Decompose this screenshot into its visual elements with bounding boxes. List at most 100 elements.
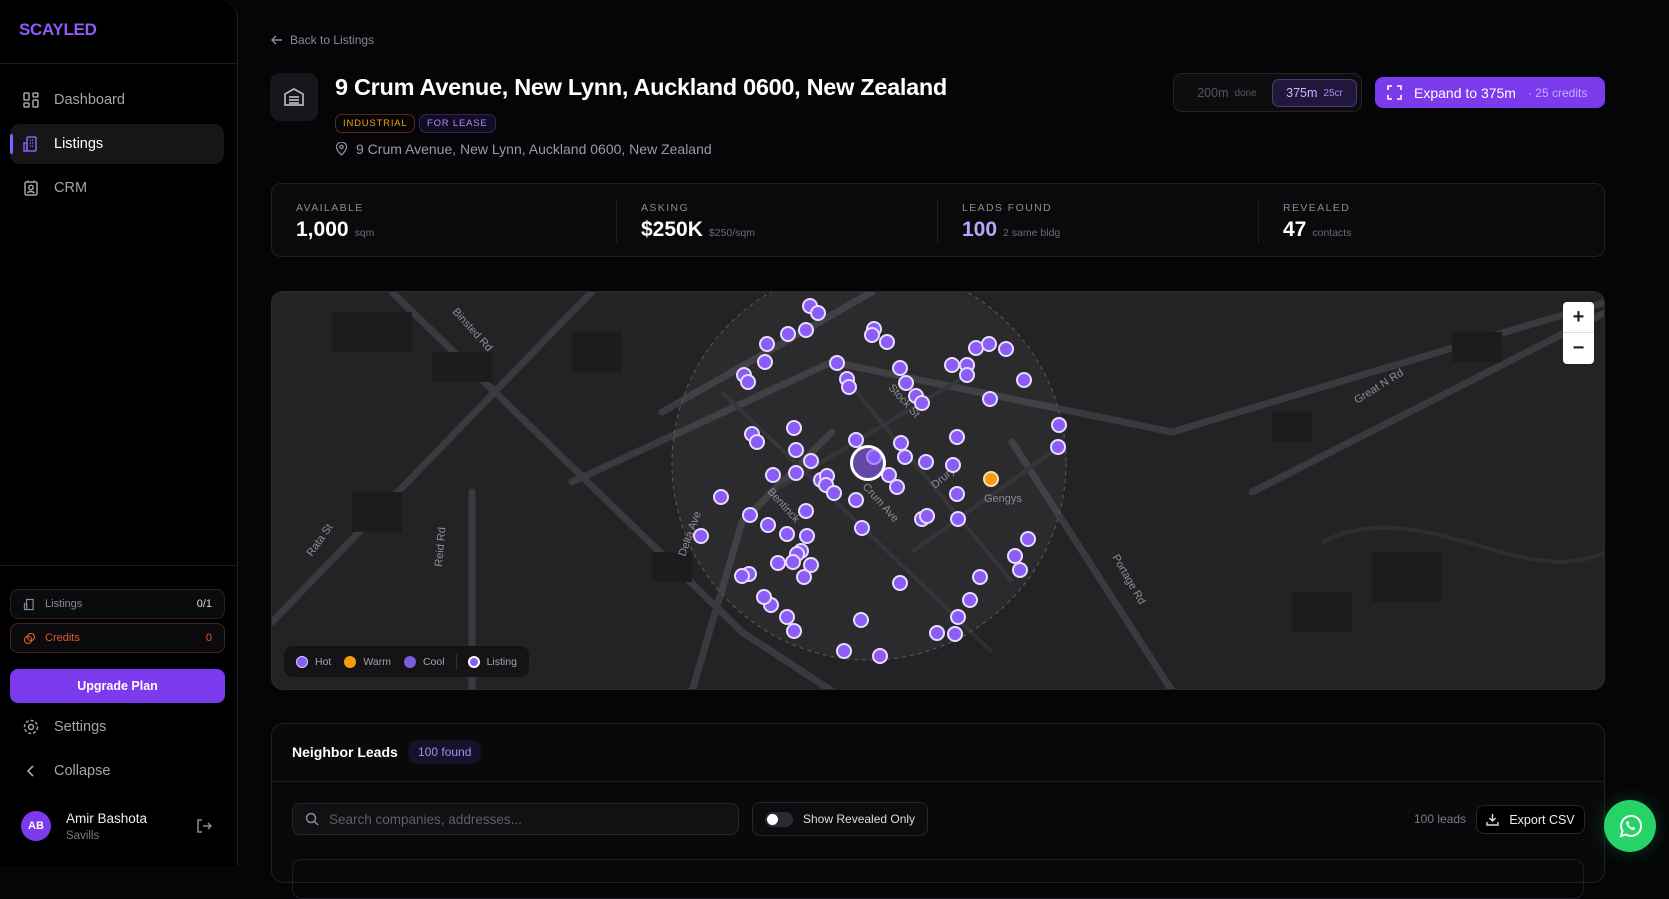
leads-count-badge: 100 found — [408, 740, 482, 764]
zoom-in-button[interactable]: + — [1563, 302, 1594, 333]
sidebar-item-crm[interactable]: CRM — [10, 168, 224, 208]
lead-marker[interactable] — [961, 592, 978, 609]
show-revealed-toggle[interactable]: Show Revealed Only — [752, 802, 928, 836]
lead-marker[interactable] — [949, 609, 966, 626]
back-link[interactable]: Back to Listings — [271, 33, 374, 47]
lead-marker[interactable] — [1051, 416, 1067, 433]
neighbor-leads-panel: Neighbor Leads 100 found Show Revealed O… — [271, 723, 1605, 899]
logout-icon[interactable] — [196, 818, 212, 834]
lead-marker[interactable] — [944, 457, 961, 474]
lead-marker[interactable] — [733, 567, 750, 584]
lead-marker[interactable] — [1049, 438, 1066, 455]
sidebar-item-listings[interactable]: Listings — [10, 124, 224, 164]
lead-marker[interactable] — [959, 366, 976, 383]
lead-marker[interactable] — [853, 612, 870, 629]
lead-marker[interactable] — [1011, 562, 1028, 579]
logo: SCAYLED — [19, 20, 97, 39]
upgrade-plan-button[interactable]: Upgrade Plan — [10, 669, 225, 703]
lead-marker[interactable] — [756, 589, 773, 606]
address: 9 Crum Avenue, New Lynn, Auckland 0600, … — [335, 141, 712, 157]
lead-marker[interactable] — [893, 434, 910, 451]
lead-marker[interactable] — [1015, 371, 1032, 388]
lead-marker[interactable] — [778, 526, 795, 543]
lead-marker[interactable] — [872, 647, 889, 664]
collapse-button[interactable]: Collapse — [10, 751, 224, 791]
lead-marker[interactable] — [757, 353, 774, 370]
lead-marker[interactable] — [980, 335, 997, 352]
street-label: Rata St — [305, 522, 336, 559]
listing-marker[interactable] — [850, 444, 887, 481]
page-title: 9 Crum Avenue, New Lynn, Auckland 0600, … — [335, 74, 947, 100]
lead-marker[interactable] — [803, 452, 819, 469]
lead-marker[interactable] — [759, 335, 776, 352]
warm-lead-marker[interactable] — [982, 470, 999, 487]
lead-marker[interactable] — [972, 568, 989, 585]
lead-marker[interactable] — [693, 528, 710, 545]
dashboard-icon — [23, 92, 39, 108]
listings-usage-value: 0/1 — [196, 598, 212, 610]
lead-marker[interactable] — [770, 555, 786, 571]
lead-marker[interactable] — [863, 327, 880, 344]
lead-marker[interactable] — [917, 453, 934, 470]
lead-marker[interactable] — [798, 528, 815, 545]
lead-marker[interactable] — [785, 623, 802, 640]
radius-label: 375m — [1286, 86, 1318, 100]
export-csv-button[interactable]: Export CSV — [1476, 805, 1585, 834]
radius-label: 200m — [1197, 86, 1229, 100]
settings-button[interactable]: Settings — [10, 707, 224, 747]
lead-marker[interactable] — [1007, 547, 1024, 564]
lead-marker[interactable] — [764, 466, 781, 483]
lead-marker[interactable] — [836, 643, 852, 660]
toggle-switch[interactable] — [765, 811, 793, 827]
lead-marker[interactable] — [948, 485, 965, 502]
lead-marker[interactable] — [785, 419, 802, 436]
lead-marker[interactable] — [797, 502, 814, 519]
lead-marker[interactable] — [778, 609, 795, 626]
lead-marker[interactable] — [913, 395, 930, 412]
lead-marker[interactable] — [797, 321, 814, 338]
lead-marker[interactable] — [742, 507, 759, 524]
lead-marker[interactable] — [854, 519, 871, 536]
radius-option-375m[interactable]: 375m 25cr — [1272, 79, 1357, 107]
legend-label: Listing — [486, 655, 517, 668]
lead-marker[interactable] — [795, 568, 812, 585]
lead-marker[interactable] — [997, 341, 1014, 358]
expand-radius-button[interactable]: Expand to 375m · 25 credits — [1375, 77, 1605, 108]
lead-marker[interactable] — [948, 429, 965, 446]
lead-marker[interactable] — [946, 626, 963, 643]
lead-marker[interactable] — [943, 357, 960, 374]
lead-marker[interactable] — [878, 333, 895, 350]
lead-marker[interactable] — [949, 511, 966, 528]
lead-marker[interactable] — [828, 354, 845, 371]
radius-option-200m[interactable]: 200m done — [1182, 79, 1272, 107]
lead-marker[interactable] — [748, 433, 765, 450]
lead-marker[interactable] — [981, 391, 998, 408]
lead-marker[interactable] — [784, 553, 801, 570]
search-input[interactable] — [329, 811, 709, 827]
lead-marker[interactable] — [892, 360, 909, 377]
download-icon — [1486, 814, 1500, 826]
map[interactable]: Binsted Rd Great N Rd Stock St Crum Ave … — [271, 291, 1605, 690]
lead-marker[interactable] — [788, 464, 805, 481]
lead-marker[interactable] — [826, 484, 843, 501]
lead-marker[interactable] — [896, 448, 913, 465]
lead-marker[interactable] — [760, 516, 777, 533]
lead-marker[interactable] — [841, 379, 858, 396]
lead-marker[interactable] — [919, 508, 936, 525]
lead-marker[interactable] — [712, 489, 729, 505]
lead-marker[interactable] — [788, 442, 805, 459]
search-field[interactable] — [292, 803, 739, 835]
warm-dot-icon — [344, 655, 357, 668]
sidebar-item-dashboard[interactable]: Dashboard — [10, 80, 224, 120]
lead-marker[interactable] — [892, 575, 909, 592]
stat-asking: ASKING $250K $250/sqm — [616, 199, 755, 243]
lead-marker[interactable] — [1020, 530, 1037, 547]
lead-marker[interactable] — [779, 326, 796, 343]
lead-marker[interactable] — [847, 492, 864, 509]
lead-marker[interactable] — [928, 625, 945, 642]
lead-marker[interactable] — [889, 479, 906, 496]
whatsapp-button[interactable] — [1604, 800, 1656, 852]
lead-marker[interactable] — [810, 304, 827, 321]
zoom-out-button[interactable]: − — [1563, 333, 1594, 364]
lead-marker[interactable] — [740, 374, 757, 391]
